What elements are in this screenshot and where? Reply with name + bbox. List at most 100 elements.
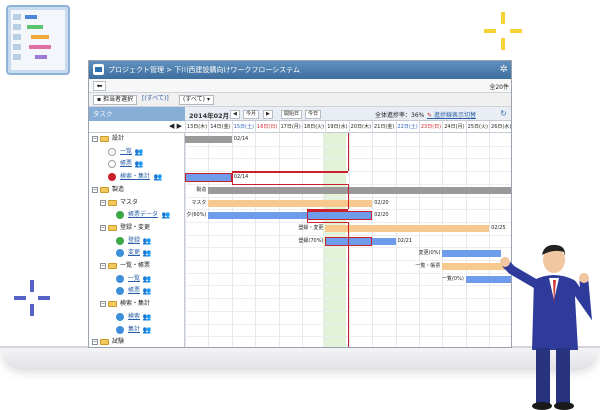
table-chart-icon (6, 5, 70, 75)
task-link[interactable]: 一覧 (128, 273, 140, 285)
collapse-toggle-icon[interactable]: − (100, 199, 106, 206)
people-icon[interactable]: 👥 (154, 171, 163, 183)
people-icon[interactable]: 👥 (162, 209, 171, 221)
bar-label: 一覧(0%) (441, 275, 464, 282)
status-blue-icon (116, 325, 124, 334)
grid-day-line (489, 133, 491, 347)
task-row[interactable]: 一覧 👥 (89, 146, 185, 158)
task-group-row[interactable]: − 製造 (89, 184, 185, 196)
bar-label: 登録(70%) (298, 237, 324, 244)
task-group-label: 製造 (112, 185, 125, 193)
task-row[interactable]: 帳票データ 👥 (89, 209, 185, 221)
task-bar[interactable] (442, 250, 501, 258)
start-date-button[interactable]: 開始日 (281, 110, 303, 119)
filter-bar: ▪ 担当者選択 [(すべて)] (すべて) ▾ (89, 93, 511, 107)
task-group-row[interactable]: − 設計 (89, 133, 185, 145)
back-button[interactable]: ⬅ (93, 81, 106, 91)
task-group-label: 試験 (112, 338, 125, 346)
people-icon[interactable]: 👥 (143, 324, 152, 336)
people-icon[interactable]: 👥 (143, 273, 152, 285)
grid-row-line (185, 209, 511, 211)
task-row[interactable]: 検索・集計 👥 (89, 171, 185, 183)
status-red-icon (108, 173, 116, 182)
assignee-dropdown-value: (すべて) (183, 96, 206, 103)
task-group-row[interactable]: − マスタ (89, 197, 185, 209)
pen-icon: ✎ (427, 112, 433, 119)
people-icon[interactable]: 👥 (143, 235, 152, 247)
day-header: 15日(土) (231, 121, 255, 133)
folder-icon (100, 186, 109, 193)
people-icon[interactable]: 👥 (135, 146, 144, 158)
assignee-select-label: 担当者選択 (102, 96, 133, 103)
task-link[interactable]: 一覧 (120, 146, 132, 158)
grid-day-line (231, 133, 233, 347)
total-count: 全20件 (489, 84, 509, 91)
prev-month-button[interactable]: ◀ (230, 110, 240, 119)
task-row[interactable]: 検索 👥 (89, 311, 185, 323)
grid-day-line (255, 133, 257, 347)
summary-bar[interactable] (208, 186, 511, 194)
refresh-icon[interactable]: ↻ (500, 109, 507, 118)
collapse-toggle-icon[interactable]: − (100, 263, 106, 269)
grid-day-line (185, 133, 186, 347)
task-group-label: 設計 (112, 135, 125, 142)
day-header: 13日(木) (185, 121, 208, 133)
task-link[interactable]: 帳票 (120, 158, 132, 170)
task-row[interactable]: 登録 👥 (89, 235, 185, 247)
overall-progress: 全体進捗率：36% (375, 112, 425, 119)
task-link[interactable]: 集計 (128, 324, 140, 336)
task-link[interactable]: 変更 (128, 247, 140, 259)
people-icon[interactable]: 👥 (143, 311, 152, 323)
today-button[interactable]: 今日 (305, 110, 322, 119)
task-group-row[interactable]: − 試験 (89, 336, 185, 347)
task-row[interactable]: 帳票 👥 (89, 158, 185, 170)
collapse-toggle-icon[interactable]: − (100, 301, 106, 308)
assignee-select-button[interactable]: ▪ 担当者選択 (93, 95, 137, 105)
task-group-row[interactable]: − 登録・変更 (89, 222, 185, 234)
this-month-button[interactable]: 今月 (243, 110, 260, 119)
collapse-toggle-icon[interactable]: − (92, 186, 98, 193)
assignee-dropdown[interactable]: (すべて) ▾ (179, 95, 214, 105)
progress-line (347, 183, 350, 210)
sparkle-icon (484, 12, 522, 50)
task-row[interactable]: 一覧 👥 (89, 273, 185, 285)
status-blue-icon (116, 274, 124, 283)
assignee-filter-value: [(すべて)] (142, 95, 169, 102)
summary-bar[interactable] (185, 136, 232, 143)
grid-day-line (395, 133, 397, 347)
status-blue-icon (116, 249, 124, 258)
gear-icon[interactable]: ✲ (500, 64, 508, 75)
people-icon[interactable]: 👥 (143, 247, 152, 259)
task-row[interactable]: 集計 👥 (89, 324, 185, 336)
task-link[interactable]: 帳票データ (128, 209, 158, 221)
people-icon[interactable]: 👥 (135, 158, 144, 170)
task-group-label: 検索・集計 (120, 300, 151, 308)
task-link[interactable]: 検索・集計 (120, 171, 150, 183)
collapse-toggle-icon[interactable]: − (100, 224, 106, 231)
task-row[interactable]: 変更 👥 (89, 247, 185, 259)
collapse-toggle-icon[interactable]: − (92, 136, 98, 142)
status-gray-icon (108, 160, 116, 169)
collapse-toggle-icon[interactable]: − (92, 339, 98, 346)
grid-day-line (208, 133, 210, 347)
bar-label: 02/14 (233, 136, 249, 142)
task-bar[interactable] (325, 224, 490, 232)
task-group-row[interactable]: − 検索・集計 (89, 298, 185, 310)
task-link[interactable]: 帳票 (128, 285, 140, 297)
task-row[interactable]: 帳票 👥 (89, 285, 185, 297)
chevron-down-icon: ▾ (206, 96, 210, 103)
task-group-row[interactable]: − 一覧・帳票 (89, 260, 185, 272)
task-link[interactable]: 検索 (128, 311, 140, 323)
folder-icon (108, 199, 117, 206)
businessman-illustration (500, 244, 593, 410)
folder-icon (100, 339, 109, 346)
next-month-button[interactable]: ▶ (263, 110, 273, 119)
day-header: 14日(金) (208, 121, 231, 133)
progress-line-toggle-link[interactable]: ✎ 進捗線表示切替 (427, 110, 476, 119)
folder-icon (108, 224, 117, 231)
scroll-arrows[interactable]: ◀ ▶ (169, 122, 182, 130)
app-title: プロジェクト管理 > 下川西建設購向けワークフローシステム (108, 66, 300, 74)
people-icon[interactable]: 👥 (143, 285, 152, 297)
gantt-chart-area: 02/14 02/14 製造 マスタ 02/20 夕(60%) 02/20 登録・変更 02/2… (185, 133, 511, 347)
task-link[interactable]: 登録 (128, 235, 140, 247)
